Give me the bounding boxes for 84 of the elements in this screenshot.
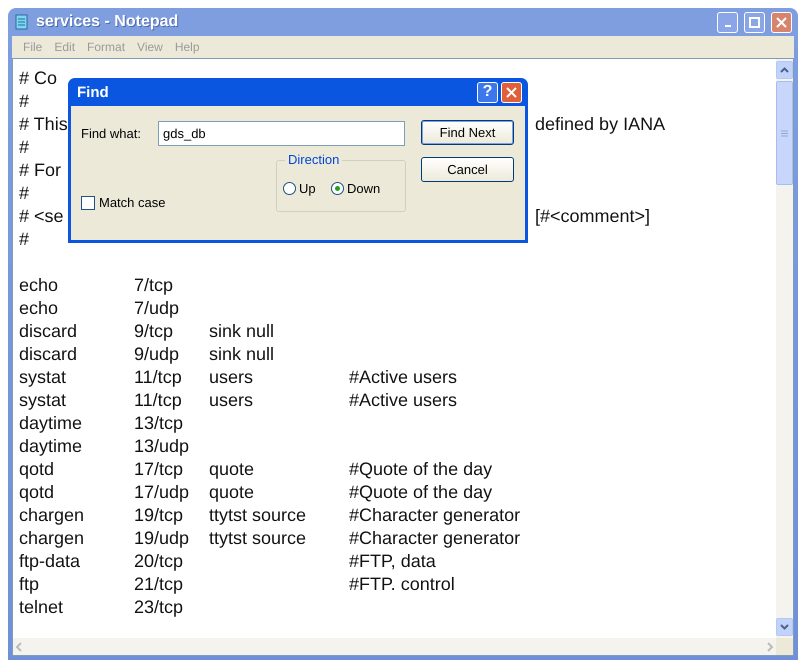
service-comment: #Character generator [349,527,520,550]
service-port: 13/udp [134,435,190,458]
service-name: discard [19,320,78,343]
text-line: defined by IANA [535,113,666,136]
horizontal-scrollbar[interactable] [13,638,776,655]
service-port: 7/udp [134,297,180,320]
service-name: discard [19,343,78,366]
window-title: services - Notepad [36,13,180,31]
dialog-title: Find [77,84,110,100]
close-icon [776,16,787,28]
service-alias: ttytst source [209,504,306,527]
text-line: # Co [19,67,58,90]
text-line: [#<comment>] [535,205,650,228]
service-comment: #Active users [349,389,458,412]
close-icon [506,86,517,98]
service-name: chargen [19,504,84,527]
service-port: 7/tcp [134,274,174,297]
service-comment: #Character generator [349,504,520,527]
text-line: # [19,90,30,113]
scroll-right-icon[interactable] [766,642,774,652]
service-name: ftp-data [19,550,80,573]
resize-grip[interactable] [776,638,793,655]
service-alias: ttytst source [209,527,306,550]
close-button[interactable] [771,12,792,32]
find-what-field[interactable]: gds_db [158,121,405,146]
service-name: systat [19,366,66,389]
service-port: 9/udp [134,343,180,366]
service-name: systat [19,389,66,412]
direction-label: Direction [285,152,342,167]
text-line: # [19,182,30,205]
service-port: 23/tcp [134,596,184,619]
service-name: qotd [19,481,54,504]
match-case-checkbox[interactable]: Match case [81,195,166,210]
text-line: # This [19,113,68,136]
text-line: # <se [19,205,64,228]
service-alias: quote [209,458,254,481]
text-line: # [19,136,30,159]
service-name: chargen [19,527,84,550]
service-alias: users [209,366,254,389]
service-alias: quote [209,481,254,504]
service-port: 9/tcp [134,320,174,343]
text-line: # For [19,159,62,182]
scroll-thumb[interactable] [776,81,793,185]
service-alias: sink null [209,320,274,343]
service-comment: #Quote of the day [349,458,492,481]
minimize-icon [724,25,730,27]
service-comment: #Quote of the day [349,481,492,504]
service-name: daytime [19,435,82,458]
close-button[interactable] [501,82,522,102]
service-name: echo [19,297,58,320]
scroll-down-icon[interactable] [776,618,793,636]
cancel-button[interactable]: Cancel [421,157,514,182]
service-port: 20/tcp [134,550,184,573]
vertical-scrollbar[interactable] [776,59,793,638]
find-what-label: Find what: [81,126,141,141]
maximize-button[interactable] [744,12,765,32]
text-line: # [19,228,30,251]
maximize-icon [749,16,760,28]
find-next-button[interactable]: Find Next [421,120,514,145]
service-port: 11/tcp [134,389,182,412]
help-button[interactable]: ? [477,82,498,102]
service-port: 21/tcp [134,573,184,596]
scroll-left-icon[interactable] [15,642,23,652]
service-name: qotd [19,458,54,481]
service-name: telnet [19,596,64,619]
service-port: 17/tcp [134,458,184,481]
service-port: 11/tcp [134,366,182,389]
service-name: daytime [19,412,82,435]
service-comment: #Active users [349,366,458,389]
service-name: echo [19,274,58,297]
notepad-icon [14,13,30,31]
service-port: 19/tcp [134,504,184,527]
direction-radio[interactable]: Down [331,181,380,196]
service-alias: users [209,389,254,412]
service-comment: #FTP, data [349,550,436,573]
scroll-up-icon[interactable] [776,61,793,79]
service-comment: #FTP. control [349,573,455,596]
service-name: ftp [19,573,40,596]
service-alias: sink null [209,343,274,366]
service-port: 19/udp [134,527,190,550]
minimize-button[interactable] [717,12,738,32]
service-port: 13/tcp [134,412,184,435]
direction-radio[interactable]: Up [283,181,316,196]
service-port: 17/udp [134,481,190,504]
